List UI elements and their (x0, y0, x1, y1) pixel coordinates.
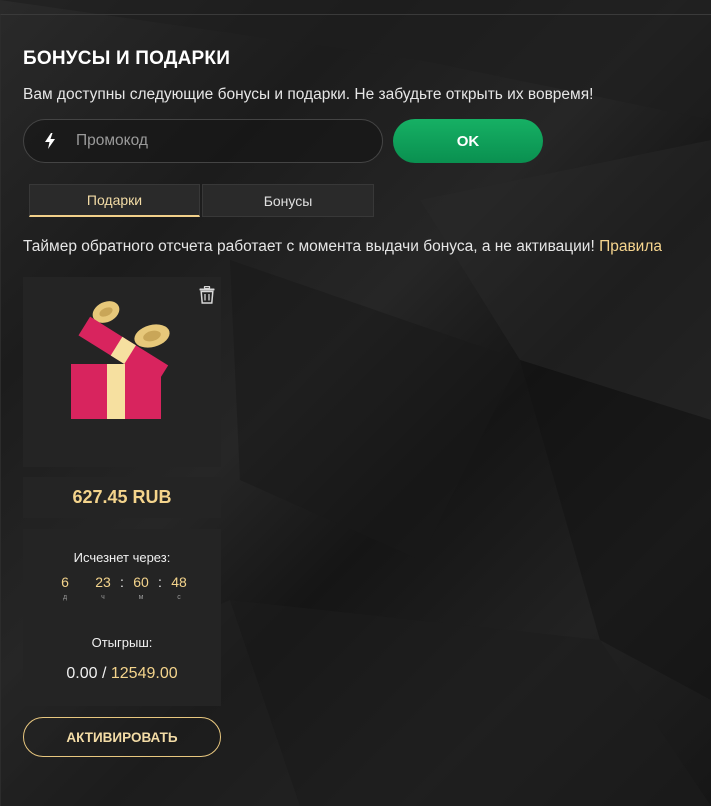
timer-days-value: 6 (61, 574, 69, 590)
tabs: Подарки Бонусы (29, 184, 374, 217)
timer-minutes: 60 м (128, 574, 154, 601)
wager-current: 0.00 (66, 665, 98, 682)
timer-hours-value: 23 (95, 574, 111, 590)
timer-minutes-caption: м (138, 594, 144, 601)
timer-notice-text: Таймер обратного отсчета работает с моме… (23, 238, 595, 255)
page-subtitle: Вам доступны следующие бонусы и подарки.… (23, 86, 594, 103)
countdown-timer: 6 д 23 ч : 60 м : 48 с (23, 574, 221, 601)
gift-box-icon (68, 294, 178, 424)
activate-button[interactable]: АКТИВИРОВАТЬ (23, 717, 221, 757)
timer-notice: Таймер обратного отсчета работает с моме… (23, 238, 662, 256)
tab-bonuses[interactable]: Бонусы (202, 184, 374, 217)
ok-button[interactable]: OK (393, 119, 543, 163)
trash-icon[interactable] (199, 285, 215, 304)
wager-separator: / (101, 665, 107, 682)
wager-label: Отыгрыш: (91, 635, 153, 650)
timer-separator: : (120, 574, 124, 590)
timer-hours-caption: ч (101, 594, 105, 601)
wager-target: 12549.00 (110, 665, 178, 682)
tab-gifts[interactable]: Подарки (29, 184, 200, 217)
timer-separator: : (158, 574, 162, 590)
page-title: БОНУСЫ И ПОДАРКИ (23, 48, 231, 69)
expires-label: Исчезнет через: (73, 550, 171, 565)
gift-info: Исчезнет через: 6 д 23 ч : 60 м : 48 с О… (23, 529, 221, 706)
lightning-icon (44, 133, 64, 149)
rules-link[interactable]: Правила (599, 238, 662, 255)
gift-card-image (23, 277, 221, 467)
timer-minutes-value: 60 (133, 574, 149, 590)
timer-days: 6 д (52, 574, 78, 601)
timer-hours: 23 ч (90, 574, 116, 601)
timer-days-caption: д (62, 594, 68, 601)
wager-progress: 0.00 / 12549.00 (23, 665, 221, 683)
gift-amount: 627.45 RUB (23, 477, 221, 518)
timer-seconds: 48 с (166, 574, 192, 601)
timer-seconds-value: 48 (171, 574, 187, 590)
promo-code-input[interactable] (76, 132, 336, 150)
promo-code-field[interactable] (23, 119, 383, 163)
timer-seconds-caption: с (177, 594, 181, 601)
